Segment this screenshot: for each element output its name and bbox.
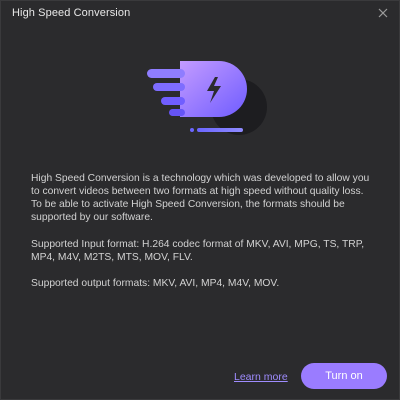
supported-output-formats: Supported output formats: MKV, AVI, MP4,… [31,278,280,289]
dialog-title: High Speed Conversion [12,7,131,19]
turn-on-button[interactable]: Turn on [301,363,387,389]
learn-more-link[interactable]: Learn more [234,371,288,383]
close-icon[interactable] [375,5,391,21]
high-speed-conversion-dialog: High Speed Conversion High Speed Convers… [0,0,400,400]
title-bar: High Speed Conversion [1,1,400,25]
description-paragraph: High Speed Conversion is a technology wh… [31,173,370,223]
lightning-speed-icon [147,55,273,145]
supported-input-formats: Supported Input format: H.264 codec form… [31,239,365,263]
